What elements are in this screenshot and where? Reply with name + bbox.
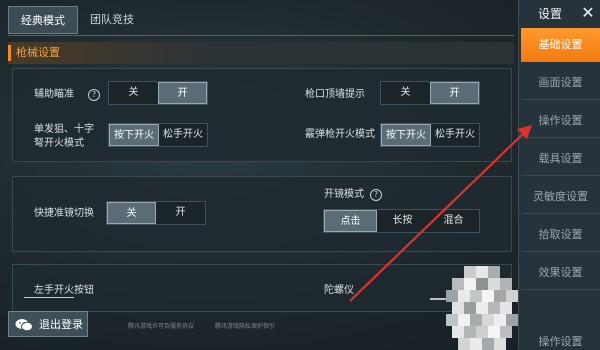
scope-mode-hold[interactable]: 长按: [377, 210, 428, 232]
single-fire-release[interactable]: 松手开火: [159, 124, 207, 146]
wall-hint-label: 枪口顶墙提示: [305, 89, 365, 100]
gyroscope-label: 陀螺仪: [324, 285, 354, 296]
aim-assist-on[interactable]: 开: [158, 82, 207, 104]
shotgun-fire-label: 霰弹枪开火模式: [305, 129, 375, 140]
single-fire-press[interactable]: 按下开火: [109, 124, 159, 146]
sidebar-item-sensitivity[interactable]: 灵敏度设置: [521, 180, 600, 214]
scope-mode-mixed[interactable]: 混合: [428, 210, 479, 232]
shotgun-fire-press[interactable]: 按下开火: [381, 124, 431, 146]
sidebar-item-graphics[interactable]: 画面设置: [521, 66, 600, 100]
sidebar-item-vehicle[interactable]: 载具设置: [521, 142, 600, 176]
quick-scope-on[interactable]: 开: [156, 202, 205, 224]
wall-hint-off[interactable]: 关: [381, 82, 430, 104]
mode-tabs: 经典模式 团队竞技: [8, 6, 146, 34]
single-fire-mode-toggle: 按下开火 松手开火: [108, 123, 208, 147]
aim-assist-label: 辅助瞄准: [34, 89, 74, 100]
aim-assist-off[interactable]: 关: [109, 82, 158, 104]
scope-mode-selector: 点击 长按 混合: [323, 209, 480, 233]
privacy-link[interactable]: 腾讯游戏隐私保护指引: [215, 321, 275, 330]
single-fire-label-line2: 弩开火模式: [34, 138, 84, 149]
section-title: 枪械设置: [16, 46, 60, 59]
scope-mode-help-icon[interactable]: ?: [370, 189, 382, 201]
logout-label: 退出登录: [39, 318, 83, 331]
shotgun-fire-mode-toggle: 按下开火 松手开火: [380, 123, 480, 147]
pixelated-watermark: [446, 266, 518, 350]
sidebar-item-basic[interactable]: 基础设置: [521, 28, 600, 62]
quick-scope-off[interactable]: 关: [107, 202, 156, 224]
quick-scope-label: 快捷准镜切换: [34, 208, 94, 219]
single-fire-label-line1: 单发狙、十字: [34, 124, 94, 135]
sidebar-item-effects[interactable]: 效果设置: [521, 256, 600, 290]
section-header: [8, 42, 514, 64]
aim-assist-help-icon[interactable]: ?: [88, 89, 100, 101]
logout-button[interactable]: 退出登录: [8, 311, 88, 337]
left-fire-divider: [24, 297, 74, 298]
terms-link[interactable]: 腾讯游戏许可及服务协议: [128, 321, 194, 330]
aim-assist-toggle: 关 开: [108, 81, 208, 105]
section-accent-bar: [8, 45, 11, 61]
tabs-divider: [8, 35, 514, 36]
tab-team-deathmatch[interactable]: 团队竞技: [78, 6, 146, 34]
scope-mode-tap[interactable]: 点击: [324, 210, 377, 232]
quick-scope-toggle: 关 开: [106, 201, 206, 225]
wechat-icon: [15, 317, 33, 332]
tab-classic-mode[interactable]: 经典模式: [8, 6, 78, 34]
wall-hint-toggle: 关 开: [380, 81, 480, 105]
shotgun-fire-release[interactable]: 松手开火: [431, 124, 479, 146]
sidebar-item-controls[interactable]: 操作设置: [521, 104, 600, 138]
settings-title: 设置: [537, 7, 562, 21]
left-fire-button-label: 左手开火按钮: [34, 285, 94, 296]
close-button[interactable]: ✕: [578, 3, 598, 23]
scope-mode-label: 开镜模式: [324, 189, 364, 200]
sidebar-item-pickup[interactable]: 拾取设置: [521, 218, 600, 252]
wall-hint-on[interactable]: 开: [430, 82, 479, 104]
sidebar-item-controls-2[interactable]: 操作设置: [521, 325, 600, 350]
